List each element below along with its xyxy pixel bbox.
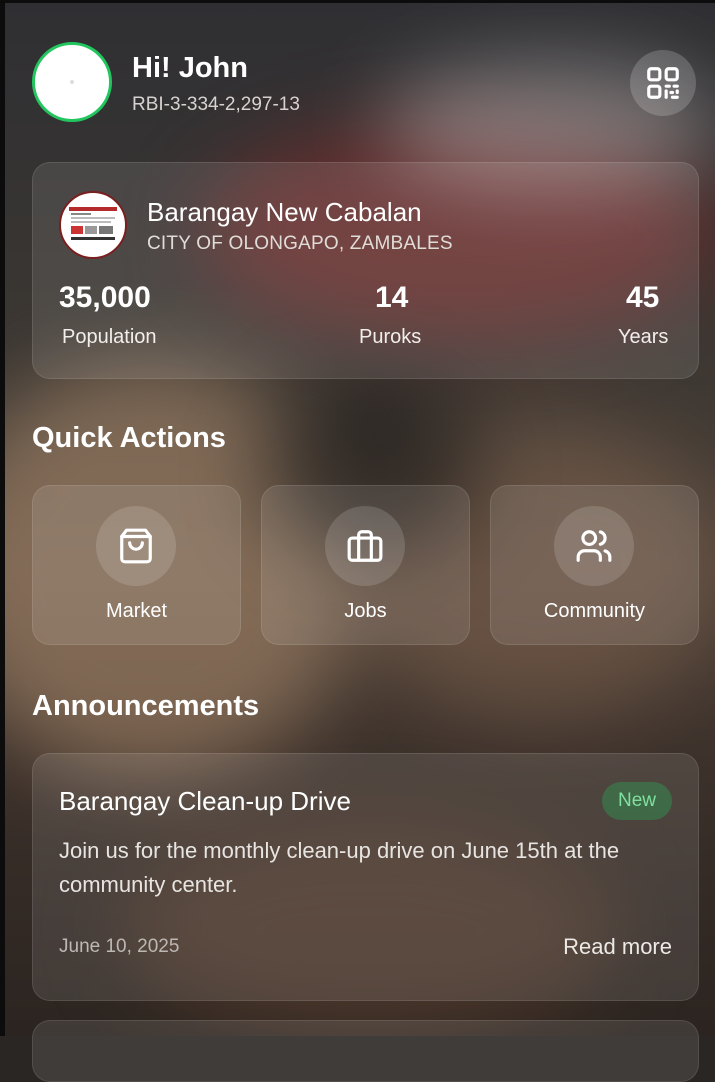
- population-label: Population: [62, 326, 157, 348]
- briefcase-icon: [347, 530, 383, 562]
- user-id-text: RBI-3-334-2,297-13: [132, 94, 300, 115]
- years-value: 45: [626, 281, 660, 314]
- years-label: Years: [618, 326, 669, 348]
- announcement-card-partial[interactable]: [32, 1020, 699, 1082]
- community-action[interactable]: Community: [490, 485, 699, 645]
- community-label: Community: [543, 600, 646, 622]
- market-action[interactable]: Market: [32, 485, 241, 645]
- avatar[interactable]: [32, 42, 112, 122]
- new-badge: New: [602, 782, 672, 820]
- barangay-logo: [59, 191, 127, 259]
- jobs-label: Jobs: [344, 600, 387, 622]
- announcement-date: June 10, 2025: [59, 936, 180, 957]
- puroks-label: Puroks: [359, 326, 422, 348]
- qr-code-icon: [647, 67, 679, 99]
- barangay-location: CITY OF OLONGAPO, ZAMBALES: [147, 233, 453, 254]
- population-value: 35,000: [59, 281, 151, 314]
- announcement-card[interactable]: Barangay Clean-up Drive New Join us for …: [32, 753, 699, 1001]
- barangay-name: Barangay New Cabalan: [147, 197, 422, 227]
- home-screen: Hi! John RBI-3-334-2,297-13 Barangay New…: [0, 0, 715, 1082]
- read-more-link[interactable]: Read more: [563, 934, 672, 960]
- announcement-body: Join us for the monthly clean-up drive o…: [59, 838, 620, 897]
- announcements-title: Announcements: [32, 690, 260, 722]
- barangay-card[interactable]: Barangay New Cabalan CITY OF OLONGAPO, Z…: [32, 162, 699, 379]
- qr-code-button[interactable]: [630, 50, 696, 116]
- quick-actions-title: Quick Actions: [32, 422, 226, 454]
- jobs-action[interactable]: Jobs: [261, 485, 470, 645]
- puroks-value: 14: [375, 281, 409, 314]
- market-label: Market: [105, 600, 168, 622]
- announcement-title: Barangay Clean-up Drive: [59, 786, 351, 816]
- users-icon: [576, 530, 612, 562]
- greeting-text: Hi! John: [132, 52, 248, 84]
- shopping-bag-icon: [120, 528, 152, 564]
